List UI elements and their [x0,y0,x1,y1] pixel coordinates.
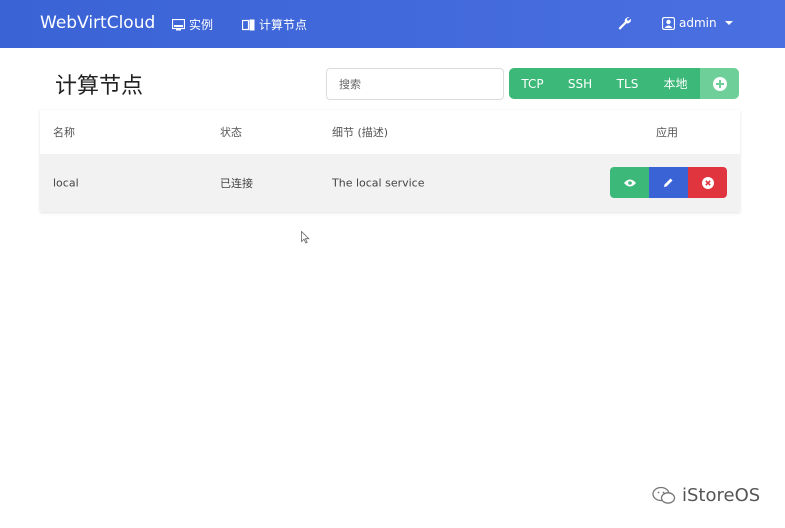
search-input[interactable] [326,68,504,100]
mouse-pointer-icon [301,231,310,244]
edit-button[interactable] [649,167,688,198]
column-header-name: 名称 [53,126,75,139]
add-node-button[interactable] [700,68,739,99]
compute-nodes-table: 名称 状态 细节 (描述) 应用 local 已连接 The local ser… [40,110,740,212]
nav-item-label: 实例 [189,18,214,32]
x-circle-icon [701,176,714,189]
wrench-icon[interactable] [616,15,632,31]
tls-button[interactable]: TLS [604,68,651,99]
page-title: 计算节点 [55,74,144,99]
table-header: 名称 状态 细节 (描述) 应用 [40,110,740,154]
navbar: WebVirtCloud 实例 计算节点 admin [0,0,785,48]
plus-circle-icon [712,76,727,91]
column-header-status: 状态 [220,126,242,139]
nav-item-instances[interactable]: 实例 [172,16,213,33]
connection-button-group: TCP SSH TLS 本地 [509,68,739,99]
user-menu[interactable]: admin [662,16,733,30]
node-status: 已连接 [220,177,253,190]
watermark-label: iStoreOS [682,485,761,506]
node-details: The local service [332,176,425,190]
chevron-down-icon [724,21,733,25]
nav-item-compute-nodes[interactable]: 计算节点 [242,16,307,33]
server-icon [242,19,255,30]
node-name[interactable]: local [53,177,79,190]
delete-button[interactable] [688,167,727,198]
monitor-icon [172,18,185,30]
wechat-icon [652,486,676,504]
ssh-button[interactable]: SSH [556,68,604,99]
column-header-actions: 应用 [656,126,678,139]
table-row: local 已连接 The local service [40,154,740,212]
view-button[interactable] [610,167,649,198]
local-button[interactable]: 本地 [651,68,700,99]
tcp-button[interactable]: TCP [509,68,556,99]
brand-logo[interactable]: WebVirtCloud [40,13,155,33]
column-header-details: 细节 (描述) [332,126,389,139]
eye-icon [623,179,636,186]
user-menu-label: admin [679,16,717,30]
watermark: iStoreOS [652,485,760,506]
nav-item-label: 计算节点 [259,18,308,32]
user-icon [662,16,675,30]
pencil-icon [664,178,673,187]
row-actions [610,167,727,198]
